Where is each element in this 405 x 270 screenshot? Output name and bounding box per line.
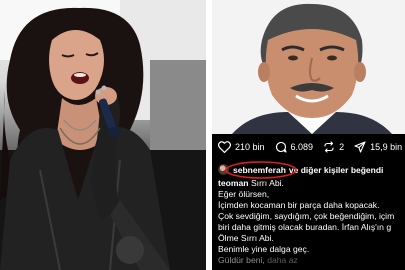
post-caption: teoman Sırrı Abi. Eğer ölürsen, İçimden … [218,178,405,266]
share-count: 15,9 bin [370,142,403,152]
like-count: 210 bin [235,142,265,152]
caption-line: Çok sevdiğim, saydığım, çok beğendiğim, … [218,211,395,221]
man-portrait [212,0,405,134]
like-action[interactable]: 210 bin [218,141,265,153]
likes-summary[interactable]: sebnemferah ve diğer kişiler beğendi [218,160,405,179]
caption-line: İçimden kocaman bir parça daha kopacak. [218,200,380,210]
liker-avatar[interactable] [218,164,229,175]
heart-icon[interactable] [218,141,231,153]
post-image[interactable] [212,0,405,134]
instagram-post: 210 bin 6.089 2 15,9 bin sebnemferah ve … [212,0,405,270]
caption-line: Eğer ölürsen, [218,189,270,199]
caption-line: Benimle yine dalga geç. [218,244,310,254]
comment-icon[interactable] [275,141,287,153]
comment-action[interactable]: 6.089 [275,141,314,153]
singer-illustration [0,0,206,270]
share-icon[interactable] [354,141,366,153]
comment-count: 6.089 [290,142,314,152]
caption-last-line: Güldür beni, daha az [218,255,405,266]
share-action[interactable]: 15,9 bin [354,141,402,153]
repost-count: 2 [339,142,345,152]
caption-first-line: teoman Sırrı Abi. [218,178,405,189]
caption-more-link[interactable]: daha az [267,255,298,265]
caption-username[interactable]: teoman [218,178,249,188]
caption-text-0: Sırrı Abi. [250,178,284,188]
concert-photo [0,0,206,270]
likes-others-text: ve diğer kişiler beğendi [288,164,384,175]
caption-line: biri daha gitmiş olacak buradan. İrfan A… [218,222,392,232]
liker-username[interactable]: sebnemferah [225,160,297,179]
caption-line: Ölme Sırrı Abi. [218,233,274,243]
caption-line: Güldür beni, [218,255,265,265]
repost-action[interactable]: 2 [323,141,344,153]
action-bar: 210 bin 6.089 2 15,9 bin [212,134,405,160]
repost-icon[interactable] [323,141,335,153]
